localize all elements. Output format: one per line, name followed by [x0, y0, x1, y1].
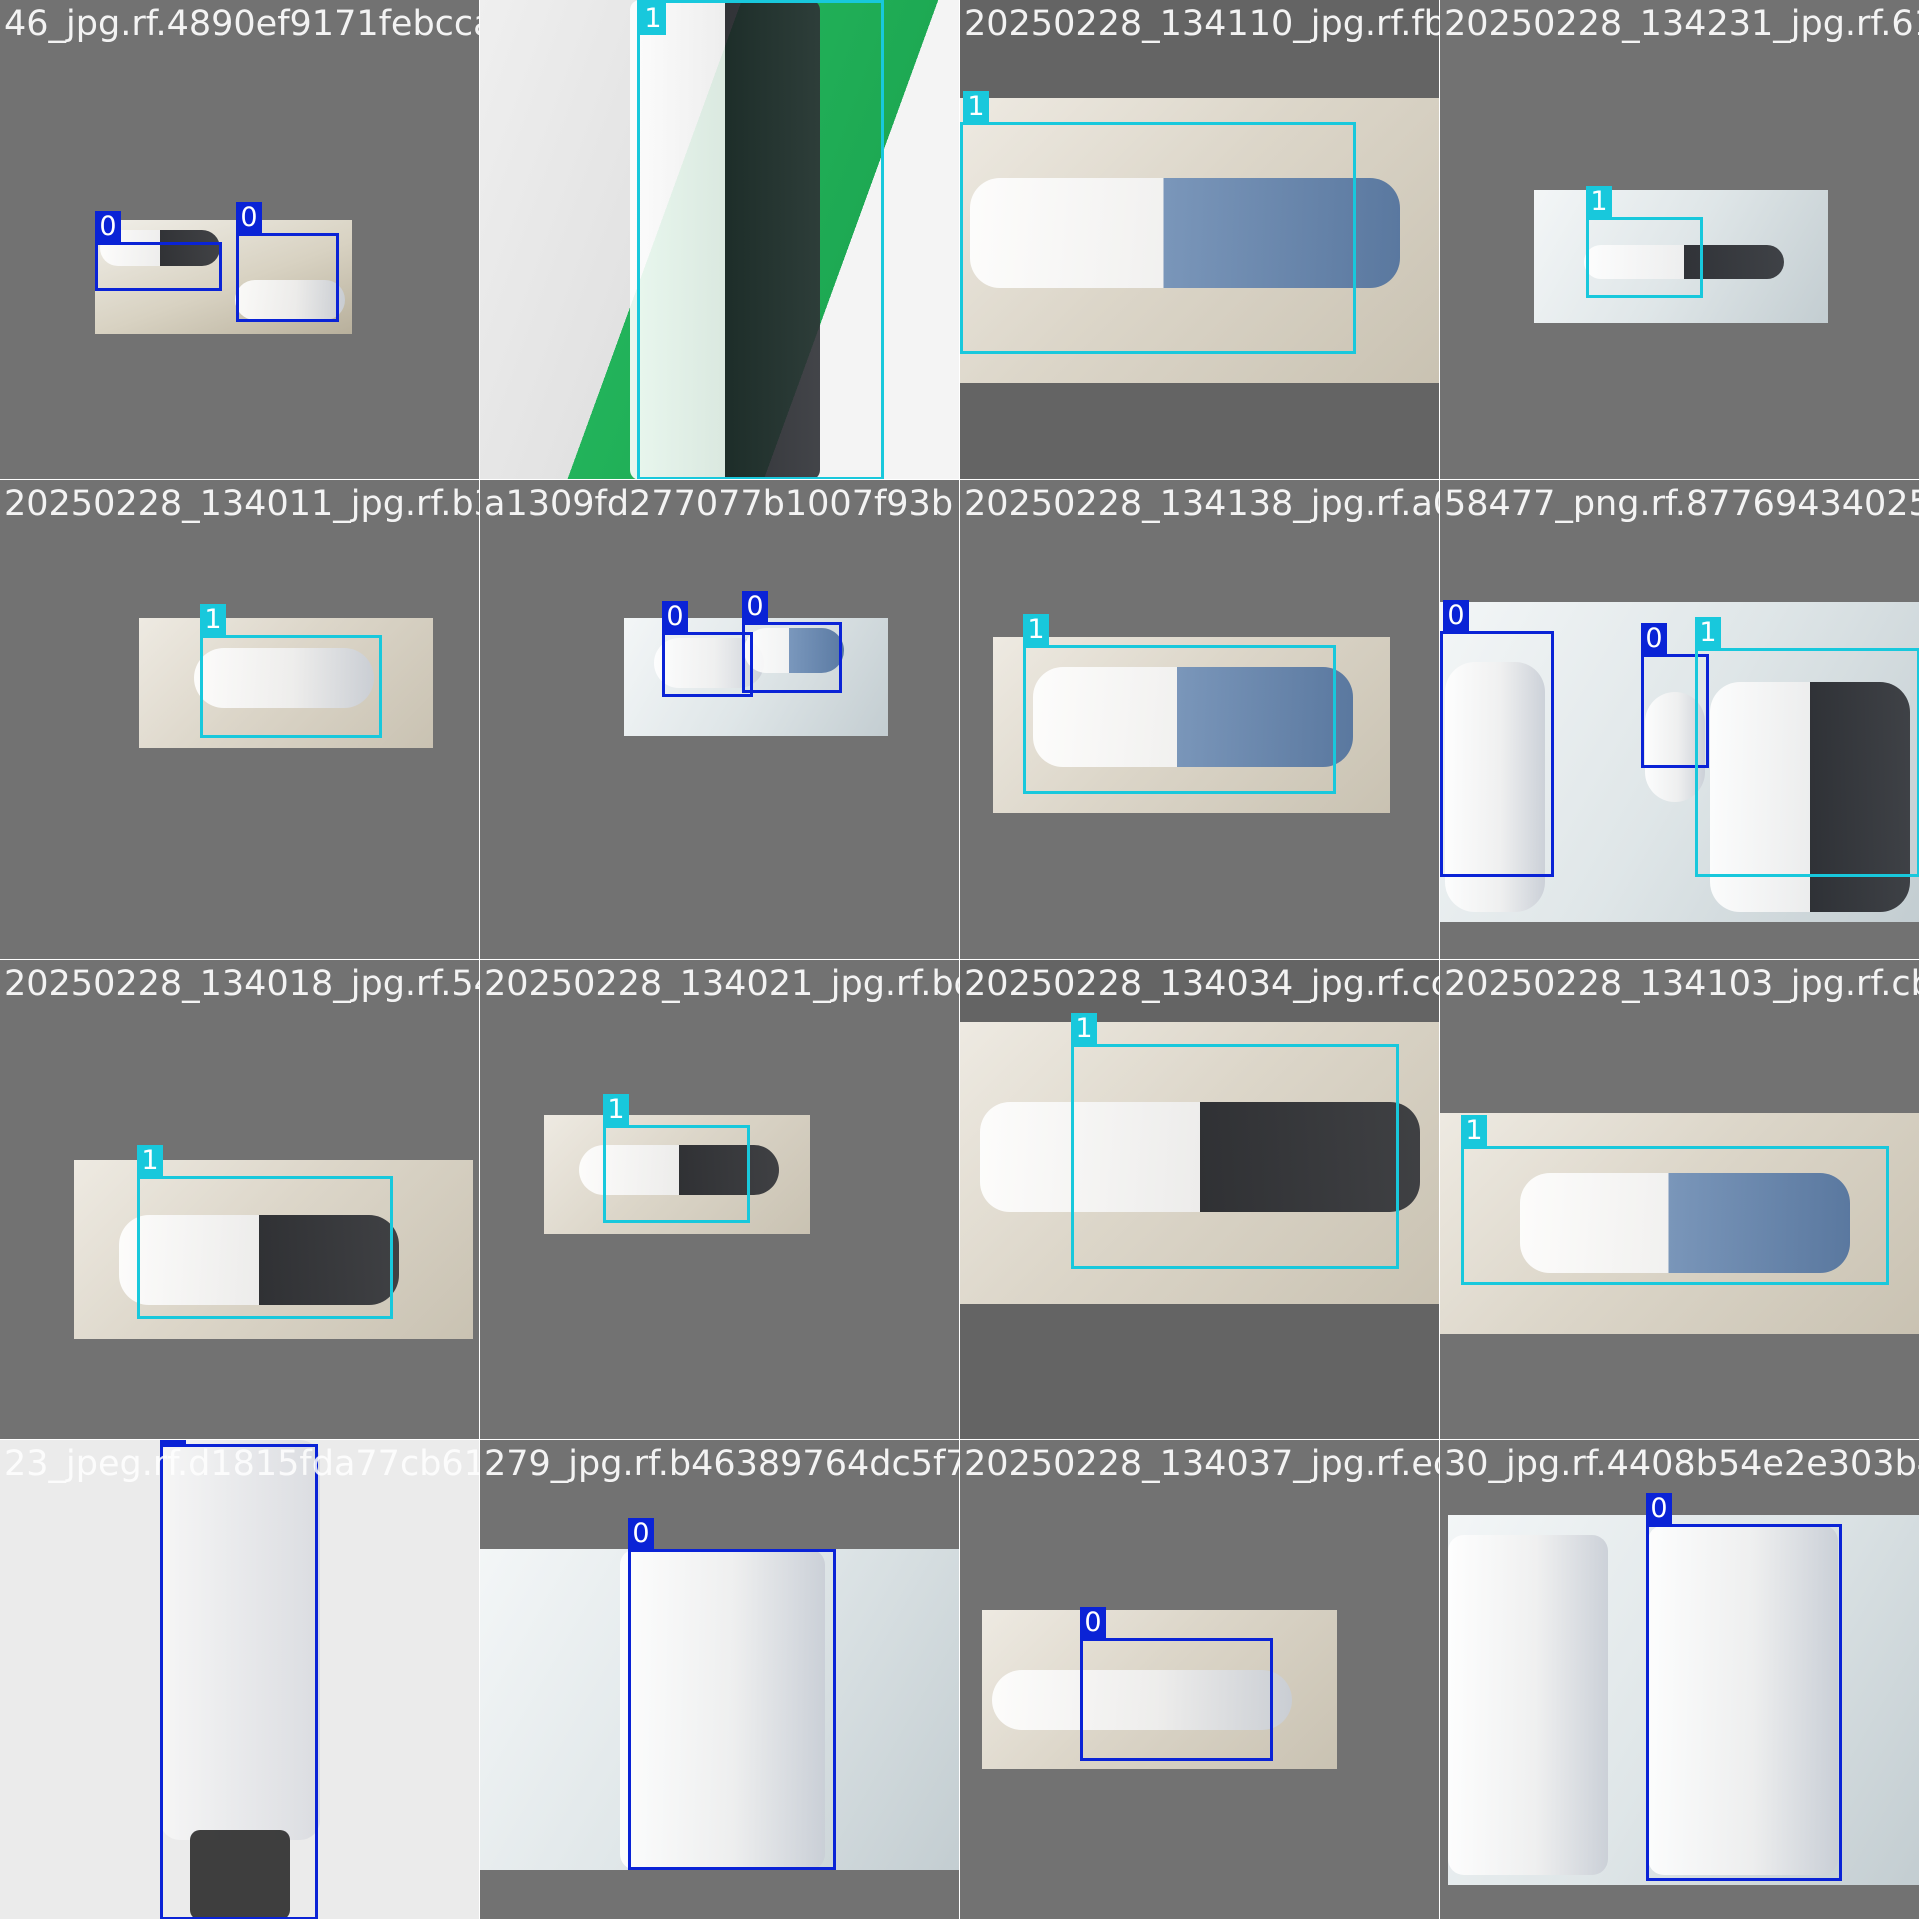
bbox-class-0: 0	[742, 591, 842, 693]
bbox-class-label: 1	[603, 1094, 629, 1126]
mosaic-tile: 1 20250228_134110_jpg.rf.fb2	[960, 0, 1440, 480]
bbox-class-0: 0	[662, 601, 753, 697]
bbox-class-0: 0	[236, 202, 339, 322]
bbox-class-0: 0	[95, 211, 222, 291]
mosaic-tile: 1 20250228_134011_jpg.rf.b3	[0, 480, 480, 960]
bbox-class-label: 0	[95, 211, 121, 243]
mosaic-tile: 0 279_jpg.rf.b46389764dc5f7d779	[480, 1440, 960, 1920]
bbox-class-label: 1	[1461, 1115, 1487, 1147]
bbox-class-1: 1	[637, 0, 884, 479]
bbox-class-label: 0	[742, 591, 768, 623]
mosaic-tile: 0 0 46_jpg.rf.4890ef9171febccafbd8b2fbfa…	[0, 0, 480, 480]
tile-filename: 279_jpg.rf.b46389764dc5f7d779	[484, 1444, 960, 1484]
tile-filename: 20250228_134021_jpg.rf.bd	[484, 964, 960, 1004]
bbox-class-label: 1	[963, 91, 989, 123]
bbox-class-label: 0	[662, 601, 688, 633]
tile-filename: 58477_png.rf.87769434025	[1444, 484, 1920, 524]
bbox-class-1: 1	[603, 1094, 750, 1223]
bbox-class-label: 0	[1080, 1607, 1106, 1639]
mosaic-grid: 0 0 46_jpg.rf.4890ef9171febccafbd8b2fbfa…	[0, 0, 1920, 1920]
bbox-class-label: 0	[1646, 1493, 1672, 1525]
tile-filename: 20250228_134037_jpg.rf.ec	[964, 1444, 1440, 1484]
bbox-class-label: 0	[628, 1518, 654, 1550]
tile-filename: 20250228_134103_jpg.rf.cb	[1444, 964, 1920, 1004]
bbox-class-label: 1	[1586, 186, 1612, 218]
mosaic-tile: 0 20250228_134037_jpg.rf.ec	[960, 1440, 1440, 1920]
tile-filename: 20250228_134110_jpg.rf.fb2	[964, 4, 1440, 44]
tile-filename: 20250228_134231_jpg.rf.61	[1444, 4, 1920, 44]
tile-filename: 23_jpeg.rf.d1815fda77cb614	[4, 1444, 480, 1484]
bbox-class-1: 1	[1695, 617, 1919, 877]
bbox-class-label: 1	[200, 604, 226, 636]
mosaic-tile: 1 20250228_134138_jpg.rf.a09	[960, 480, 1440, 960]
mosaic-tile: 0 23_jpeg.rf.d1815fda77cb614	[0, 1440, 480, 1920]
bbox-class-0: 0	[628, 1518, 836, 1870]
mosaic-tile: 0 30_jpg.rf.4408b54e2e303b4	[1440, 1440, 1920, 1920]
bbox-class-label: 0	[1443, 600, 1469, 632]
bbox-class-1: 1	[200, 604, 382, 738]
tile-filename: 20250228_134034_jpg.rf.cc2	[964, 964, 1440, 1004]
mosaic-tile: 0 0 a1309fd277077b1007f93b	[480, 480, 960, 960]
bbox-class-1: 1	[137, 1145, 393, 1319]
mosaic-tile: 1 20250228_134231_jpg.rf.61	[1440, 0, 1920, 480]
bbox-class-label: 1	[1023, 614, 1049, 646]
bbox-class-label: 1	[1695, 617, 1721, 649]
mosaic-tile: 0 0 1 58477_png.rf.87769434025	[1440, 480, 1920, 960]
tile-filename: 20250228_134138_jpg.rf.a09	[964, 484, 1440, 524]
mosaic-tile: 1 20250228_134021_jpg.rf.bd	[480, 960, 960, 1440]
bbox-class-label: 0	[1641, 623, 1667, 655]
tile-filename: 20250228_134018_jpg.rf.54	[4, 964, 480, 1004]
bbox-class-1: 1	[1071, 1013, 1399, 1269]
mosaic-tile: 1 20250228_134034_jpg.rf.cc2	[960, 960, 1440, 1440]
tile-filename: a1309fd277077b1007f93b	[484, 484, 954, 524]
mosaic-tile: 1 20250228_134103_jpg.rf.cb	[1440, 960, 1920, 1440]
person-figure	[1448, 1535, 1608, 1875]
bbox-class-label: 1	[640, 3, 666, 35]
tile-filename: 46_jpg.rf.4890ef9171febccafbd8b2fbfa1273…	[4, 4, 479, 44]
bbox-class-1: 1	[960, 91, 1356, 354]
bbox-class-label: 0	[236, 202, 262, 234]
bbox-class-1: 1	[1023, 614, 1336, 794]
bbox-class-0: 0	[1080, 1607, 1273, 1761]
tile-filename: 20250228_134011_jpg.rf.b3	[4, 484, 480, 524]
tile-filename: 30_jpg.rf.4408b54e2e303b4	[1444, 1444, 1920, 1484]
bbox-class-label: 1	[137, 1145, 163, 1177]
bbox-class-0: 0	[160, 1440, 318, 1919]
bbox-class-1: 1	[1586, 186, 1703, 298]
mosaic-tile: 1 20250228_134018_jpg.rf.54	[0, 960, 480, 1440]
bbox-class-0: 0	[1646, 1493, 1842, 1881]
bbox-class-0: 0	[1440, 600, 1554, 877]
bbox-class-label: 1	[1071, 1013, 1097, 1045]
mosaic-tile: 1	[480, 0, 960, 480]
bbox-class-1: 1	[1461, 1115, 1889, 1285]
